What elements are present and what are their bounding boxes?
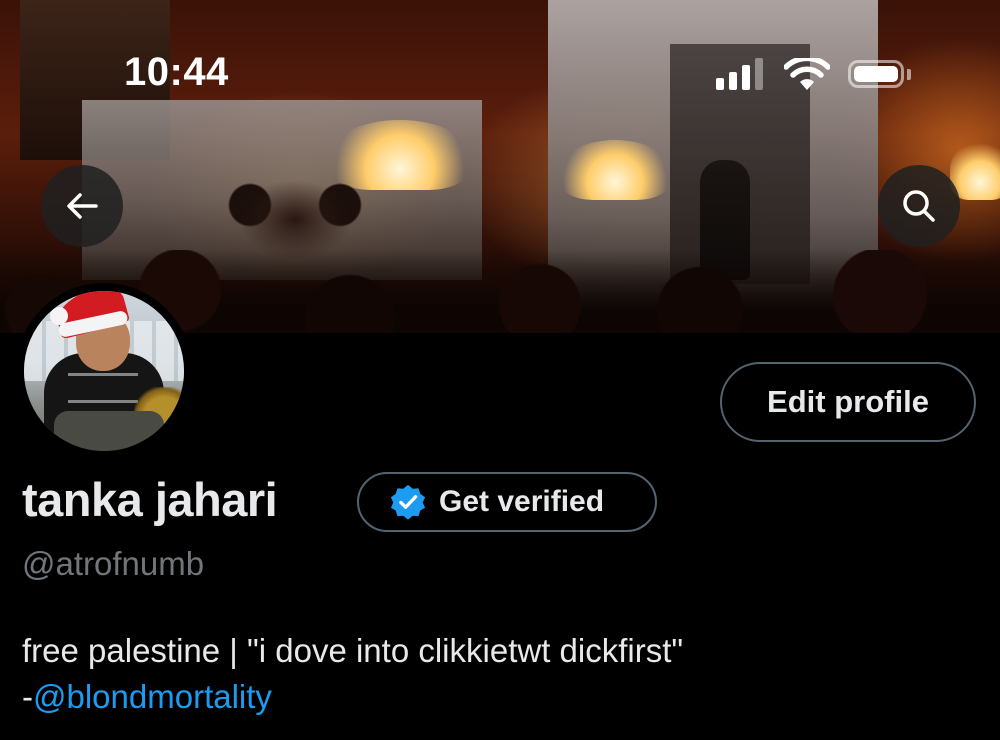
status-time: 10:44 xyxy=(124,50,229,94)
arrow-left-icon xyxy=(67,193,98,219)
avatar[interactable] xyxy=(16,283,192,459)
battery-fill xyxy=(854,66,898,82)
search-button[interactable] xyxy=(878,165,960,247)
search-icon xyxy=(903,190,935,222)
battery-tip xyxy=(907,69,911,80)
profile-bio: free palestine | "i dove into clikkietwt… xyxy=(22,628,982,720)
battery-icon xyxy=(848,60,904,88)
avatar-photo xyxy=(24,291,184,451)
bio-text: free palestine | "i dove into clikkietwt… xyxy=(22,632,684,669)
back-button[interactable] xyxy=(41,165,123,247)
wifi-icon xyxy=(784,58,830,90)
get-verified-label: Get verified xyxy=(439,485,605,518)
edit-profile-button[interactable]: Edit profile xyxy=(720,362,976,442)
get-verified-button[interactable]: Get verified xyxy=(357,472,657,532)
bio-attribution: -@blondmortality xyxy=(22,674,982,720)
bio-prefix: - xyxy=(22,678,33,715)
banner-flame xyxy=(560,140,670,200)
bio-mention-link[interactable]: @blondmortality xyxy=(33,678,272,715)
verified-badge-icon xyxy=(390,484,426,520)
display-name: tanka jahari xyxy=(22,473,278,526)
banner-drumkit xyxy=(200,150,390,260)
user-handle: @atrofnumb xyxy=(22,545,205,582)
cellular-signal-icon xyxy=(716,58,768,90)
